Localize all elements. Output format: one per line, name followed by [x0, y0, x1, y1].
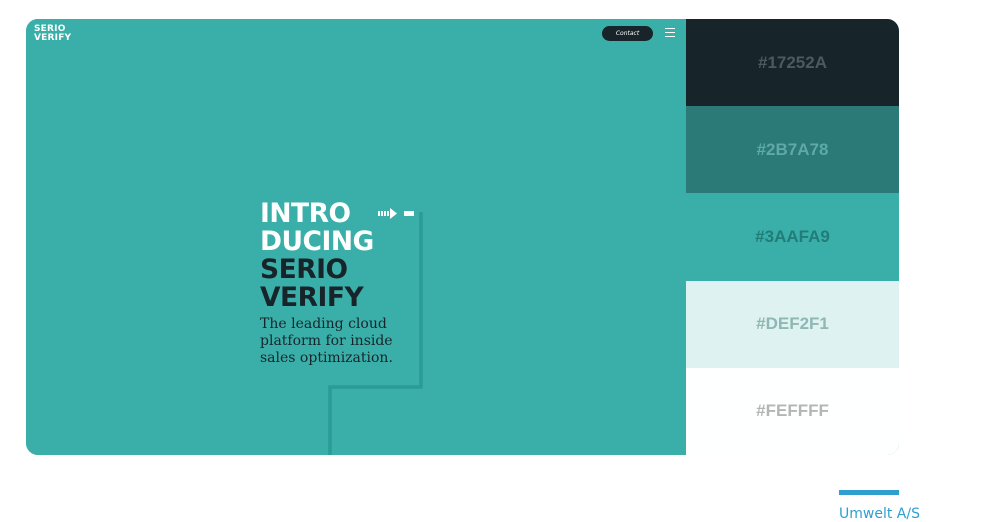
- caption-accent-bar: [839, 490, 899, 495]
- headline-line-3: SERIO: [260, 254, 348, 285]
- swatch-1: #17252A: [686, 19, 899, 107]
- caption-link[interactable]: Umwelt A/S: [839, 506, 920, 522]
- headline-line-1: INTRO: [260, 198, 351, 229]
- hero-subtitle: The leading cloud platform for inside sa…: [260, 316, 393, 366]
- dashed-arrow-icon: [378, 208, 414, 219]
- swatch-3: #3AAFA9: [686, 193, 899, 281]
- headline-line-4: VERIFY: [260, 282, 364, 313]
- color-palette: #17252A #2B7A78 #3AAFA9 #DEF2F1 #FEFFFF: [686, 19, 899, 455]
- hero-headline: INTRO DUCING SERIO VERIFY: [260, 200, 374, 312]
- swatch-5: #FEFFFF: [686, 367, 899, 455]
- headline-line-2: DUCING: [260, 226, 374, 257]
- hero-section: SERIO VERIFY Contact INTRO DUCING SERIO …: [26, 19, 686, 455]
- website-preview-card: SERIO VERIFY Contact INTRO DUCING SERIO …: [26, 19, 899, 455]
- swatch-2: #2B7A78: [686, 106, 899, 194]
- swatch-4: #DEF2F1: [686, 280, 899, 368]
